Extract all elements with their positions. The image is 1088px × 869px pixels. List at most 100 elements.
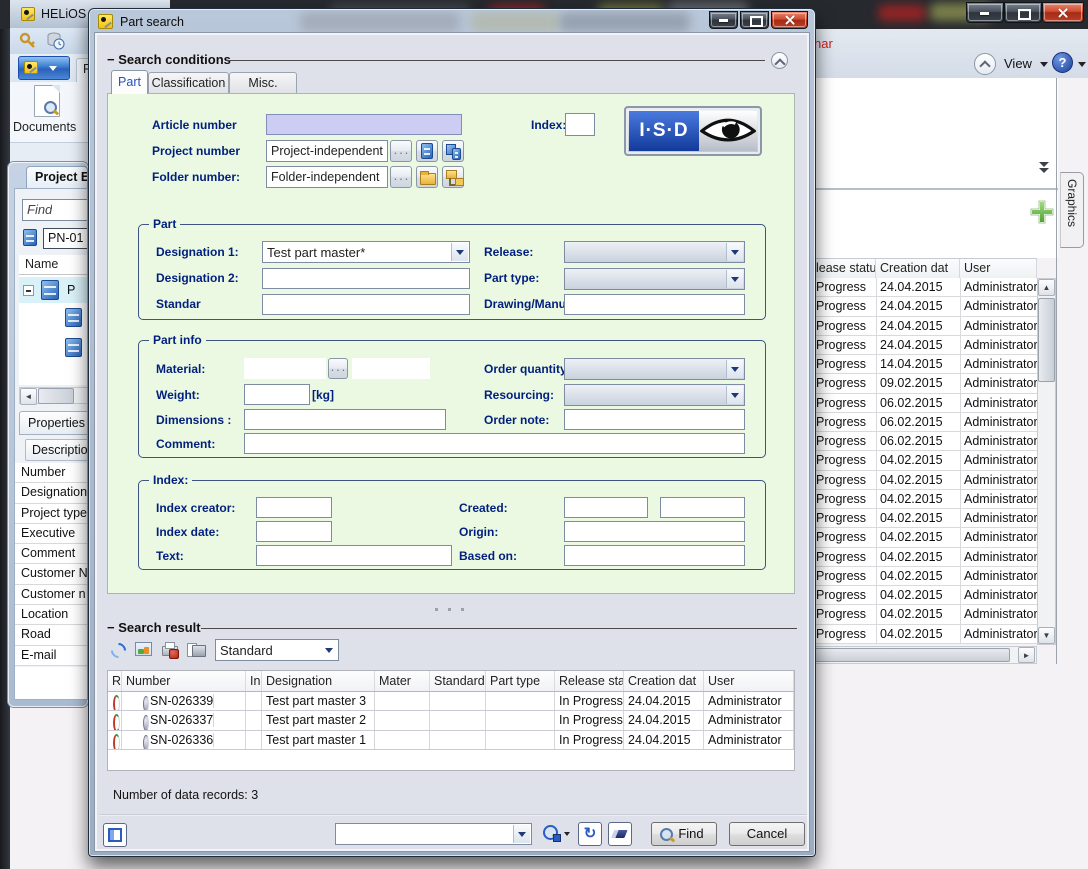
article-number-input[interactable] [266,114,462,135]
collapse-section-button[interactable] [771,52,788,69]
table-row[interactable]: Progress 09.02.2015 Administrator [813,374,1038,393]
property-row[interactable]: Project type [15,504,88,524]
part-type-combobox[interactable] [564,268,745,290]
column-header[interactable]: lease statu [812,259,876,278]
table-row[interactable]: Progress 24.04.2015 Administrator [813,317,1038,336]
column-header[interactable]: Mater [375,671,430,691]
tab-classification[interactable]: Classification [148,72,229,94]
saved-search-combobox[interactable] [335,823,532,845]
dialog-close-button[interactable] [771,11,808,29]
result-view-combobox[interactable]: Standard [215,639,339,661]
property-row[interactable]: Number [15,463,88,483]
release-combobox[interactable] [564,241,745,263]
tab-graphics[interactable]: Graphics [1060,172,1084,248]
app-menu-button[interactable] [18,56,70,80]
column-header[interactable]: Standard de [430,671,486,691]
scroll-right-button[interactable]: ► [1018,647,1035,663]
column-header[interactable]: Creation dat [876,259,960,278]
table-row[interactable]: Progress 04.02.2015 Administrator [813,586,1038,605]
tree-name-header[interactable]: Name [19,255,88,275]
index-creator-input[interactable] [256,497,332,518]
column-header[interactable]: Part type [486,671,555,691]
chevron-down-icon[interactable] [451,243,468,261]
scrollbar-thumb[interactable] [814,648,1010,662]
resourcing-combobox[interactable] [564,384,745,406]
drawing-input[interactable] [564,294,745,315]
chevron-down-icon[interactable] [321,641,337,659]
project-browse-button[interactable]: ... [390,140,412,162]
tree-row-project[interactable]: P [19,277,88,303]
database-time-icon[interactable] [46,31,65,50]
material-input-1[interactable] [244,358,326,379]
collapse-chevron-button[interactable] [974,53,996,75]
project-number-field[interactable]: Project-independent [266,140,388,162]
cancel-button[interactable]: Cancel [729,822,805,846]
result-row[interactable]: SN-026336 Test part master 1 In Progress… [108,731,794,750]
table-row[interactable]: Progress 04.02.2015 Administrator [813,567,1038,586]
refresh-results-icon[interactable] [108,640,129,661]
scrollbar-thumb[interactable] [1038,298,1055,382]
key-icon[interactable] [19,32,37,50]
chevron-down-icon[interactable] [726,243,743,261]
main-maximize-button[interactable] [1004,2,1042,23]
weight-input[interactable] [244,384,310,405]
property-row[interactable]: Location [15,605,88,625]
chevron-down-icon[interactable] [513,825,530,843]
column-header[interactable]: Number [122,671,246,691]
chevron-down-icon[interactable] [1078,62,1086,71]
column-header[interactable]: Designation [262,671,375,691]
tab-properties[interactable]: Properties [19,411,88,435]
help-icon[interactable]: ? [1052,52,1073,73]
table-row[interactable]: Progress 14.04.2015 Administrator [813,355,1038,374]
reset-search-button[interactable]: ↻ [578,822,602,846]
table-row[interactable]: Progress 06.02.2015 Administrator [813,394,1038,413]
tab-project-explorer[interactable]: Project E [26,166,88,188]
chevron-down-icon[interactable] [726,270,743,288]
table-row[interactable]: Progress 04.02.2015 Administrator [813,490,1038,509]
chevron-down-icon[interactable] [726,360,743,378]
table-row[interactable]: Progress 04.02.2015 Administrator [813,528,1038,547]
property-row[interactable]: Comment [15,544,88,564]
folder-number-field[interactable]: Folder-independent [266,166,388,188]
folder-select-button[interactable] [416,166,438,188]
dialog-resize-toggle-button[interactable] [103,823,127,847]
folder-link-button[interactable] [442,166,464,188]
view-dropdown[interactable]: View [1004,56,1032,71]
project-select-button[interactable] [416,140,438,162]
property-row[interactable]: Customer N [15,564,88,584]
add-icon[interactable] [1028,198,1056,226]
material-input-2[interactable] [352,358,430,379]
main-minimize-button[interactable] [966,2,1004,23]
table-row[interactable]: Progress 06.02.2015 Administrator [813,432,1038,451]
project-transfer-button[interactable] [442,140,464,162]
tab-description[interactable]: Description [25,439,88,461]
property-row[interactable]: Customer n [15,585,88,605]
property-row[interactable]: Designation [15,483,88,503]
origin-input[interactable] [564,521,745,542]
material-browse-button[interactable]: ... [328,358,348,379]
comment-input[interactable] [244,433,745,454]
find-button[interactable]: Find [651,822,717,846]
save-search-button[interactable] [541,822,571,846]
table-row[interactable]: Progress 04.02.2015 Administrator [813,548,1038,567]
index-date-input[interactable] [256,521,332,542]
column-header[interactable]: In [246,671,262,691]
clear-fields-button[interactable] [608,822,632,846]
table-row[interactable]: Progress 04.02.2015 Administrator [813,625,1038,644]
horizontal-scrollbar[interactable]: ◄ [19,387,88,404]
order-quantity-combobox[interactable] [564,358,745,380]
cabinet-icon[interactable] [65,308,82,327]
column-header[interactable]: Creation dat [624,671,704,691]
double-chevron-down-icon[interactable] [1038,162,1050,176]
table-row[interactable]: Progress 06.02.2015 Administrator [813,413,1038,432]
tab-misc[interactable]: Misc. [229,72,297,94]
table-row[interactable]: Progress 04.02.2015 Administrator [813,451,1038,470]
property-row[interactable]: E-mail [15,646,88,666]
scroll-left-button[interactable]: ◄ [20,388,37,405]
documents-button-label[interactable]: Documents [13,120,88,134]
tree-collapse-icon[interactable] [23,285,34,296]
created-input-2[interactable] [660,497,745,518]
result-row[interactable]: SN-026339 Test part master 3 In Progress… [108,692,794,711]
column-header[interactable]: User [704,671,794,691]
designation1-combobox[interactable]: Test part master* [262,241,470,263]
